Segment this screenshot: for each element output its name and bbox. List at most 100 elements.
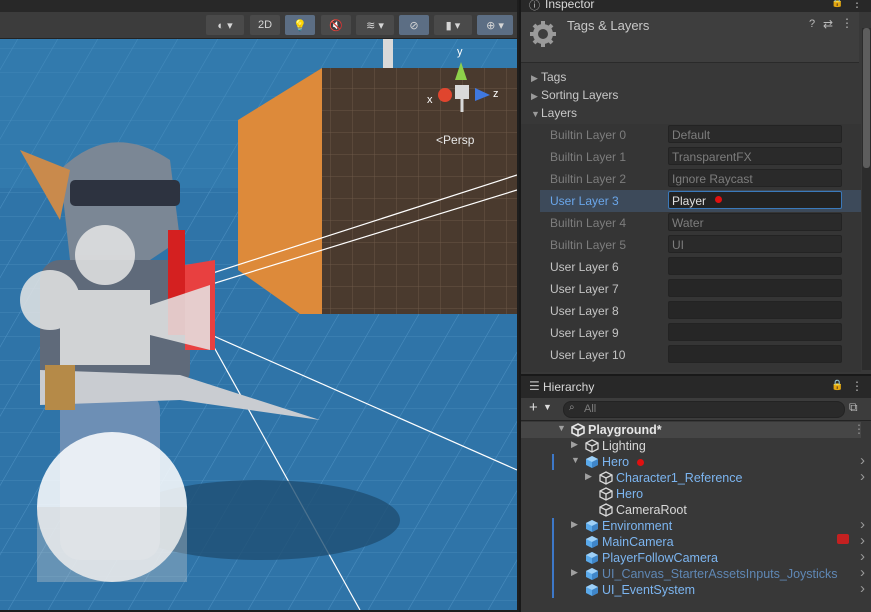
chevron-down-icon[interactable]: ▼ [543, 402, 552, 412]
expanded-arrow-icon[interactable]: ▼ [557, 423, 566, 433]
prefab-cube-icon [586, 552, 598, 564]
layer-label: Builtin Layer 5 [550, 238, 627, 252]
open-prefab-chevron-icon[interactable]: › [860, 564, 865, 581]
shading-sphere-icon: ◐ ▾ [217, 19, 233, 32]
add-plus-icon[interactable]: + [529, 399, 538, 416]
gizmos-button[interactable]: ⊕ ▾ [477, 15, 513, 35]
scene-viewport[interactable] [0, 38, 517, 610]
gizmo-y-label: y [457, 46, 463, 58]
inspector-scrollbar[interactable] [862, 28, 871, 370]
context-menu-icon[interactable]: ⋮ [841, 16, 853, 30]
lighting-toggle-button[interactable]: 💡 [285, 15, 315, 35]
hierarchy-item-label: Hero [602, 455, 630, 469]
hierarchy-item[interactable]: ▶ Character1_Reference › [521, 468, 865, 486]
lock-icon[interactable]: 🔒 [831, 0, 843, 8]
hierarchy-tab[interactable]: ☰ Hierarchy 🔒 ⋮ [521, 376, 871, 398]
layer-row[interactable]: Builtin Layer 0 Default [540, 124, 861, 146]
kebab-menu-icon[interactable]: ⋮ [851, 379, 863, 393]
prefab-cube-icon [586, 536, 598, 548]
sorting-layers-foldout[interactable]: ▶ Sorting Layers [531, 88, 618, 102]
audio-toggle-button[interactable]: 🔇 [321, 15, 351, 35]
mute-icon: 🔇 [329, 19, 343, 32]
inspector-panel: ⓘ Inspector 🔒 ⋮ Tags & Layers ? ⇄ ⋮ ▶ Tag… [519, 0, 871, 374]
hierarchy-item[interactable]: CameraRoot [521, 502, 861, 518]
lock-icon[interactable]: 🔒 [831, 380, 843, 391]
layer-label: Builtin Layer 0 [550, 128, 627, 142]
layer-row[interactable]: Builtin Layer 4 Water [540, 212, 861, 234]
projection-label[interactable]: <Persp [436, 133, 474, 147]
open-prefab-chevron-icon[interactable]: › [860, 532, 865, 549]
hierarchy-item-label: UI_EventSystem [602, 583, 696, 597]
inspector-tab-label: Inspector [545, 0, 595, 11]
hierarchy-item[interactable]: ▶ Lighting [521, 438, 861, 454]
search-icon: ⌕ [569, 402, 575, 413]
collapsed-arrow-icon[interactable]: ▶ [571, 439, 578, 450]
hierarchy-search-input[interactable]: ⌕ All [563, 401, 845, 418]
hierarchy-item-label: Character1_Reference [616, 471, 743, 485]
hierarchy-item[interactable]: Hero [521, 486, 861, 502]
prefab-cube-icon [586, 520, 598, 532]
layer-name-field[interactable] [668, 279, 842, 297]
layer-row[interactable]: Builtin Layer 5 UI [540, 234, 861, 256]
layer-row[interactable]: User Layer 3 Player [540, 190, 861, 212]
expanded-arrow-icon[interactable]: ▼ [571, 455, 580, 465]
scene-top-strip [0, 0, 517, 12]
hierarchy-item[interactable]: ▼ Playground* ⋮ [521, 422, 865, 438]
collapsed-arrow-icon[interactable]: ▶ [585, 471, 592, 482]
prefab-override-bar [552, 566, 554, 582]
layer-row[interactable]: User Layer 7 [540, 278, 861, 300]
layer-row[interactable]: User Layer 10 [540, 344, 861, 366]
open-prefab-chevron-icon[interactable]: › [860, 516, 865, 533]
hierarchy-item[interactable]: PlayerFollowCamera › [521, 548, 865, 566]
layer-name-field[interactable] [668, 323, 842, 341]
layer-name-field[interactable] [668, 257, 842, 275]
layer-name-field[interactable]: Player [668, 191, 842, 209]
shading-mode-button[interactable]: ◐ ▾ [206, 15, 244, 35]
layer-label: User Layer 3 [550, 194, 619, 208]
layer-row[interactable]: User Layer 6 [540, 256, 861, 278]
scrollbar-thumb[interactable] [863, 28, 870, 168]
open-prefab-chevron-icon[interactable]: › [860, 468, 865, 485]
inspector-tab[interactable]: ⓘ Inspector 🔒 ⋮ [521, 0, 871, 12]
2d-toggle-button[interactable]: 2D [250, 15, 280, 35]
layer-row[interactable]: Builtin Layer 2 Ignore Raycast [540, 168, 861, 190]
layer-label: User Layer 6 [550, 260, 619, 274]
collapsed-arrow-icon[interactable]: ▶ [571, 567, 578, 578]
effects-button[interactable]: ≋ ▾ [356, 15, 394, 35]
hierarchy-panel: ☰ Hierarchy 🔒 ⋮ + ▼ ⌕ All ⧉ ▼ Playground*… [519, 374, 871, 612]
collapsed-arrow-icon[interactable]: ▶ [571, 519, 578, 530]
hierarchy-item[interactable]: ▶ Environment › [521, 516, 865, 534]
hierarchy-item[interactable]: ▶ UI_Canvas_StarterAssetsInputs_Joysticks… [521, 564, 865, 582]
layer-name-field: Default [668, 125, 842, 143]
modified-marker-icon [637, 459, 644, 466]
layer-name-field[interactable] [668, 345, 842, 363]
layer-label: User Layer 10 [550, 348, 626, 362]
layer-row[interactable]: Builtin Layer 1 TransparentFX [540, 146, 861, 168]
hierarchy-toolbar: + ▼ ⌕ All ⧉ [521, 398, 871, 421]
search-options-icon[interactable]: ⧉ [849, 400, 858, 415]
layer-row[interactable]: User Layer 9 [540, 322, 861, 344]
prefab-override-bar [552, 582, 554, 598]
hidden-objects-toggle-button[interactable]: ⊘ [399, 15, 429, 35]
hierarchy-item[interactable]: MainCamera › [521, 532, 865, 550]
prefab-cube-icon [586, 584, 598, 596]
scene-camera-button[interactable]: ▮ ▾ [434, 15, 472, 35]
open-prefab-chevron-icon[interactable]: › [860, 548, 865, 565]
tags-foldout[interactable]: ▶ Tags [531, 70, 566, 84]
kebab-menu-icon[interactable]: ⋮ [851, 0, 863, 10]
hierarchy-item[interactable]: UI_EventSystem › [521, 580, 865, 598]
scene-view[interactable]: ◐ ▾ 2D 💡 🔇 ≋ ▾ ⊘ ▮ ▾ ⊕ ▾ <Persp y x z [0, 0, 517, 610]
open-prefab-chevron-icon[interactable]: › [860, 580, 865, 597]
hierarchy-tree: ▼ Playground* ⋮ ▶ Lighting ▼ Hero › ▶ Character1_… [521, 422, 871, 612]
scene-menu-icon[interactable]: ⋮ [853, 422, 865, 436]
layers-foldout[interactable]: ▼Layers [531, 106, 577, 120]
layer-name-value: UI [672, 238, 684, 252]
open-prefab-chevron-icon[interactable]: › [860, 452, 865, 469]
help-icon[interactable]: ? [809, 18, 815, 30]
layer-name-field: UI [668, 235, 842, 253]
layer-row[interactable]: User Layer 8 [540, 300, 861, 322]
camera-icon: ▮ ▾ [445, 19, 461, 32]
preset-sliders-icon[interactable]: ⇄ [823, 17, 833, 31]
hierarchy-item[interactable]: ▼ Hero › [521, 452, 865, 470]
layer-name-field[interactable] [668, 301, 842, 319]
